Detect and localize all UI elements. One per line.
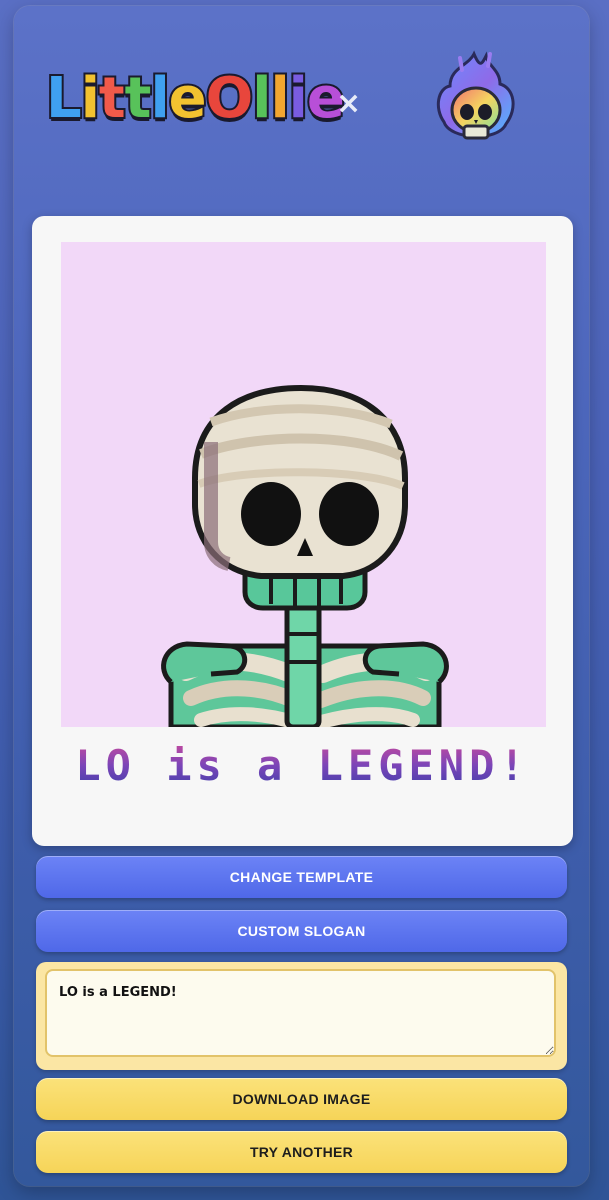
custom-slogan-button[interactable]: CUSTOM SLOGAN	[36, 910, 567, 952]
try-another-button[interactable]: TRY ANOTHER	[36, 1131, 567, 1173]
bandaged-skeleton-icon	[161, 384, 449, 727]
logo-letter: t	[123, 64, 154, 133]
logo-letter: t	[97, 64, 128, 133]
logo-letter: L	[44, 64, 84, 133]
skeleton-image	[61, 242, 546, 727]
flaming-skull-icon	[436, 50, 515, 140]
custom-slogan-panel	[36, 962, 567, 1070]
logo-letter: O	[204, 64, 256, 133]
generator-card: LittleOllie × LO is a LEGEND! CHANGE TEM…	[14, 6, 589, 1186]
littleollie-logo: LittleOllie	[44, 64, 347, 156]
logo-letter: i	[287, 64, 310, 133]
logo-letter: l	[268, 64, 291, 133]
collab-separator: ×	[336, 86, 362, 121]
logo-letter: e	[167, 64, 209, 133]
preview-card: LO is a LEGEND!	[32, 216, 573, 846]
logo-letter: l	[250, 64, 273, 133]
logo-letter: l	[148, 64, 171, 133]
logo-letter: i	[79, 64, 102, 133]
change-template-button[interactable]: CHANGE TEMPLATE	[36, 856, 567, 898]
download-image-button[interactable]: DOWNLOAD IMAGE	[36, 1078, 567, 1120]
header: LittleOllie ×	[14, 6, 589, 206]
slogan-textarea[interactable]	[45, 969, 556, 1057]
slogan-preview-text: LO is a LEGEND!	[32, 741, 573, 790]
